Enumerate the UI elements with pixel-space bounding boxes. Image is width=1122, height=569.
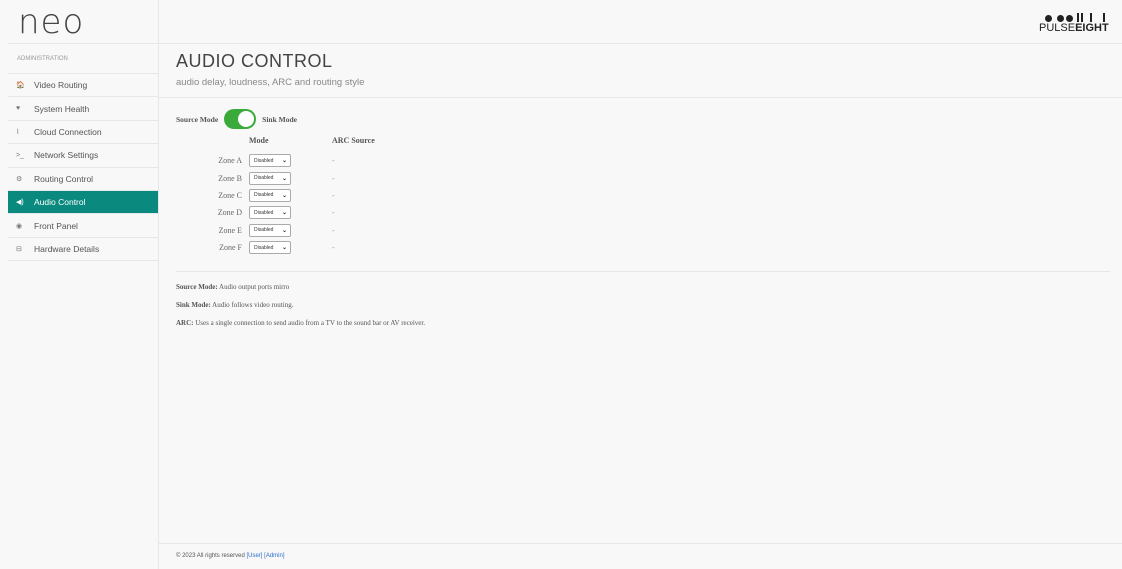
arc-source-value: - bbox=[332, 208, 335, 218]
sidebar-item-label: Cloud Connection bbox=[34, 126, 102, 137]
mode-toggle[interactable] bbox=[224, 109, 257, 129]
sink-mode-label: Sink Mode bbox=[262, 114, 297, 124]
sidebar-item-label: Routing Control bbox=[34, 173, 94, 184]
sidebar-item-label: Front Panel bbox=[34, 220, 78, 231]
sidebar-item-audio-control[interactable]: ◀) Audio Control bbox=[8, 190, 158, 215]
main-content: AUDIO CONTROL audio delay, loudness, ARC… bbox=[159, 44, 1122, 335]
chevron-down-icon: ⌄ bbox=[281, 245, 287, 252]
zone-label: Zone B bbox=[218, 173, 242, 183]
table-row: Zone C Disabled ⌄ - bbox=[189, 187, 375, 204]
zone-label: Zone A bbox=[218, 156, 242, 166]
arc-source-value: - bbox=[332, 243, 335, 253]
table-row: Zone B Disabled ⌄ - bbox=[189, 169, 375, 186]
page-subtitle: audio delay, loudness, ARC and routing s… bbox=[176, 77, 365, 88]
arc-source-value: - bbox=[332, 190, 335, 200]
sidebar-item-front-panel[interactable]: ◉ Front Panel bbox=[8, 214, 158, 238]
zone-a-mode-select[interactable]: Disabled ⌄ bbox=[249, 154, 291, 168]
sidebar-item-system-health[interactable]: ♥ System Health bbox=[8, 97, 158, 121]
terminal-icon: >_ bbox=[16, 151, 24, 159]
arc-source-value: - bbox=[332, 225, 335, 235]
cogs-icon: ⚙ bbox=[16, 175, 23, 183]
divider bbox=[159, 97, 1122, 98]
note-source-mode: Source Mode: Audio output ports mirro bbox=[176, 283, 290, 292]
sidebar-item-hardware-details[interactable]: ⊟ Hardware Details bbox=[8, 238, 158, 262]
pulse-eight-mark-icon bbox=[1039, 13, 1113, 22]
zone-label: Zone C bbox=[218, 190, 242, 200]
zone-label: Zone F bbox=[219, 243, 242, 253]
sidebar-item-label: System Health bbox=[34, 103, 90, 114]
sidebar-item-label: Network Settings bbox=[34, 150, 99, 161]
arc-column-header: ARC Source bbox=[332, 136, 375, 145]
zone-f-mode-select[interactable]: Disabled ⌄ bbox=[249, 241, 291, 255]
footer: © 2023 All rights reserved [User] [Admin… bbox=[159, 543, 1122, 569]
table-row: Zone F Disabled ⌄ - bbox=[189, 239, 375, 256]
copyright-text: © 2023 All rights reserved bbox=[176, 553, 247, 559]
help-notes: Source Mode: Audio output ports mirro Si… bbox=[176, 281, 1122, 335]
sidebar: neo ADMINISTRATION 🏠 Video Routing ♥ Sys… bbox=[8, 0, 159, 569]
chevron-down-icon: ⌄ bbox=[281, 227, 287, 234]
note-sink-mode: Sink Mode: Audio follows video routing. bbox=[176, 301, 294, 310]
zone-e-mode-select[interactable]: Disabled ⌄ bbox=[249, 223, 291, 237]
admin-link[interactable]: [Admin] bbox=[264, 553, 284, 559]
table-row: Zone E Disabled ⌄ - bbox=[189, 222, 375, 239]
zone-b-mode-select[interactable]: Disabled ⌄ bbox=[249, 171, 291, 185]
sidebar-item-label: Audio Control bbox=[34, 197, 86, 208]
chevron-down-icon: ⌄ bbox=[281, 210, 287, 217]
sidebar-nav: 🏠 Video Routing ♥ System Health ⌇ Cloud … bbox=[8, 74, 158, 262]
chevron-down-icon: ⌄ bbox=[281, 192, 287, 199]
zone-label: Zone D bbox=[217, 208, 242, 218]
sidebar-item-label: Hardware Details bbox=[34, 243, 100, 254]
logo-text: neo bbox=[18, 1, 85, 42]
mode-switch-row: Source Mode Sink Mode bbox=[176, 109, 1122, 129]
sidebar-item-video-routing[interactable]: 🏠 Video Routing bbox=[8, 74, 158, 98]
home-icon: 🏠 bbox=[16, 82, 25, 90]
hdd-icon: ⊟ bbox=[16, 245, 22, 253]
heart-icon: ♥ bbox=[16, 105, 21, 113]
top-bar: PULSEEIGHT bbox=[159, 0, 1122, 44]
toggle-knob bbox=[238, 111, 255, 127]
sidebar-item-label: Video Routing bbox=[34, 80, 88, 91]
zone-c-mode-select[interactable]: Disabled ⌄ bbox=[249, 188, 291, 202]
note-arc: ARC: Uses a single connection to send au… bbox=[176, 319, 426, 328]
table-row: Zone D Disabled ⌄ - bbox=[189, 204, 375, 221]
divider bbox=[176, 271, 1110, 273]
page-title: AUDIO CONTROL bbox=[176, 51, 333, 71]
brand-wordmark: PULSEEIGHT bbox=[1039, 22, 1109, 34]
arc-source-value: - bbox=[332, 156, 335, 166]
nav-section-header: ADMINISTRATION bbox=[8, 44, 158, 74]
sidebar-item-routing-control[interactable]: ⚙ Routing Control bbox=[8, 168, 158, 191]
chevron-down-icon: ⌄ bbox=[281, 175, 287, 182]
logo[interactable]: neo bbox=[8, 0, 158, 44]
source-mode-label: Source Mode bbox=[176, 114, 219, 124]
brand-logo: PULSEEIGHT bbox=[1039, 13, 1113, 34]
table-header-row: Mode ARC Source bbox=[189, 136, 375, 152]
zone-label: Zone E bbox=[218, 225, 242, 235]
zone-table: Mode ARC Source Zone A Disabled ⌄ - Zone … bbox=[189, 136, 375, 256]
circle-icon: ◉ bbox=[16, 222, 23, 230]
rss-icon: ⌇ bbox=[16, 128, 20, 136]
table-row: Zone A Disabled ⌄ - bbox=[189, 152, 375, 169]
user-link[interactable]: [User] bbox=[246, 553, 262, 559]
chevron-down-icon: ⌄ bbox=[281, 158, 287, 165]
mode-column-header: Mode bbox=[249, 136, 269, 145]
zone-d-mode-select[interactable]: Disabled ⌄ bbox=[249, 206, 291, 220]
sidebar-item-cloud-connection[interactable]: ⌇ Cloud Connection bbox=[8, 121, 158, 145]
volume-icon: ◀) bbox=[16, 199, 24, 207]
sidebar-item-network-settings[interactable]: >_ Network Settings bbox=[8, 144, 158, 168]
arc-source-value: - bbox=[332, 173, 335, 183]
